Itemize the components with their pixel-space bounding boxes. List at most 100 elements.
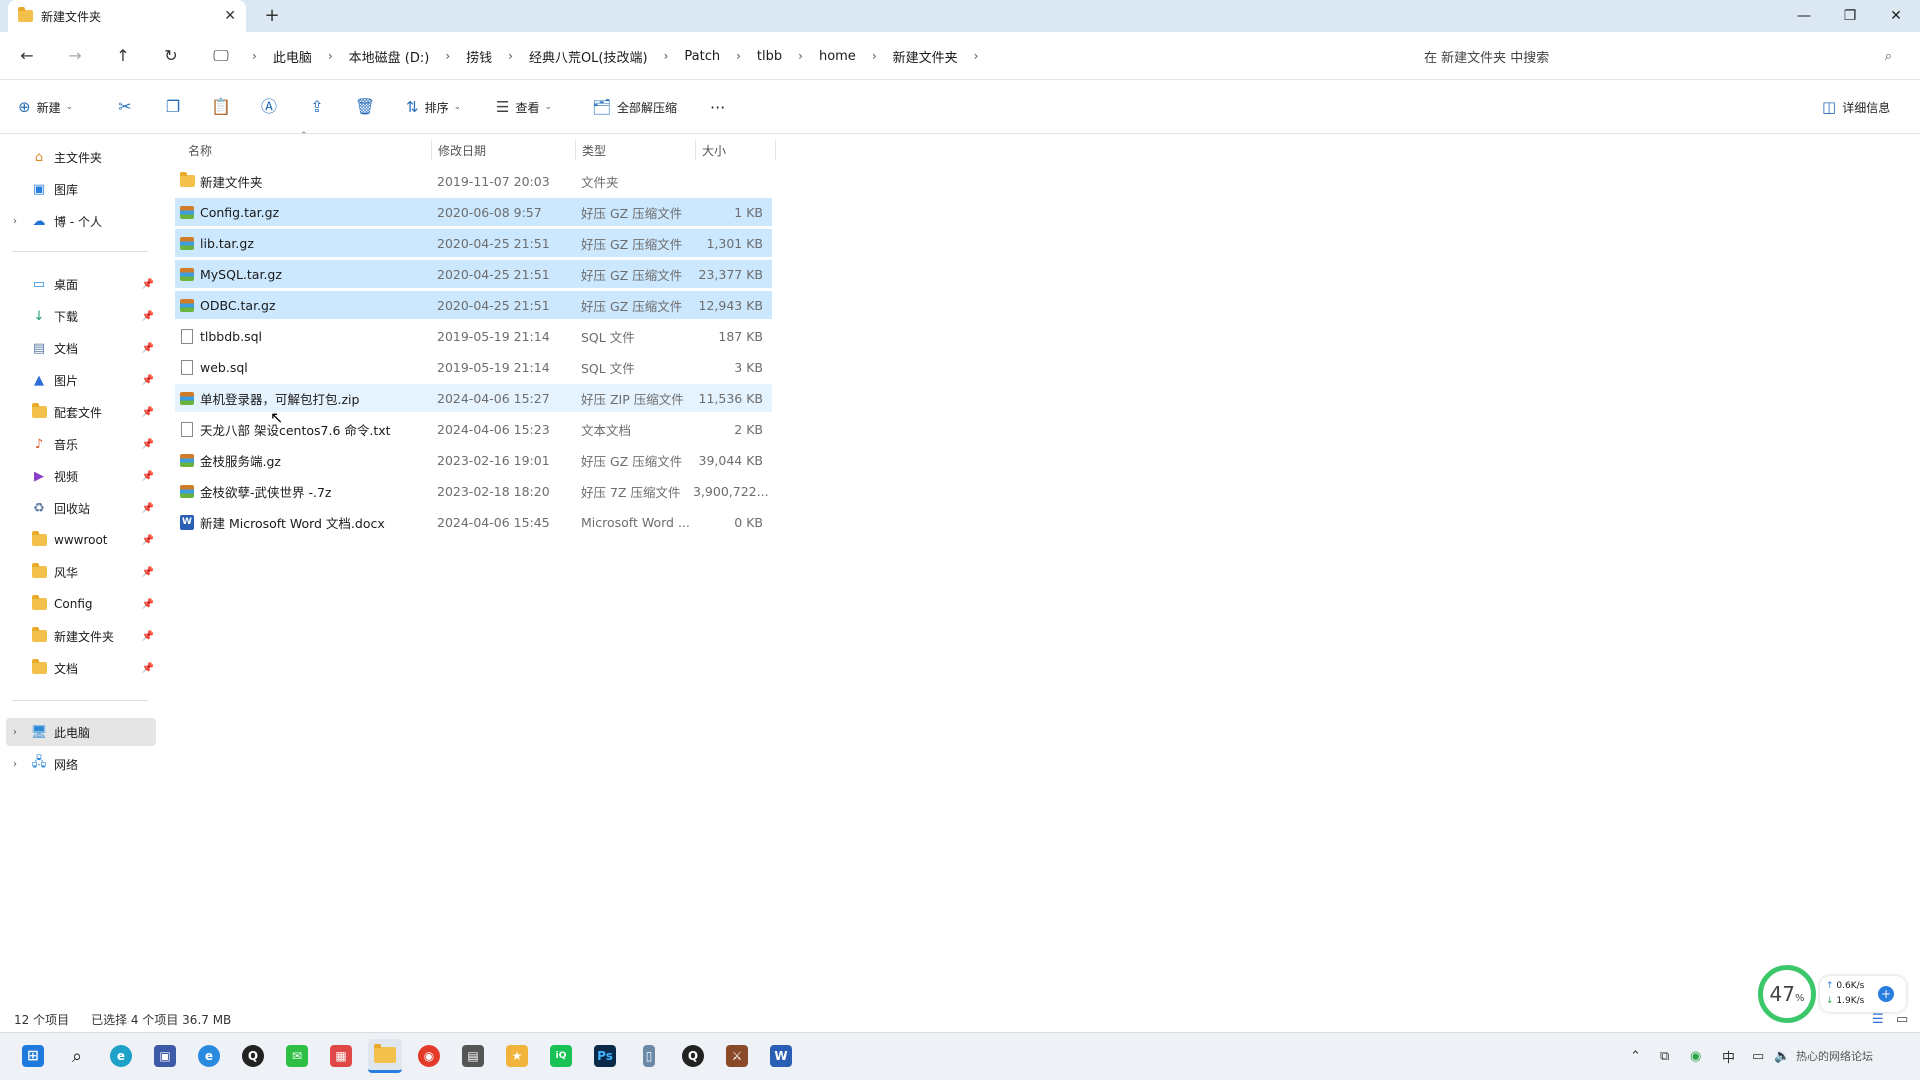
share-icon[interactable]: ⇪ [302, 94, 332, 120]
table-row[interactable]: web.sql 2019-05-19 21:14 SQL 文件 3 KB [175, 353, 772, 381]
word-icon[interactable]: W [764, 1039, 798, 1073]
chevron-right-icon[interactable]: › [437, 49, 458, 63]
sidebar-item-music[interactable]: ♪ 音乐 📌 [6, 430, 156, 458]
sidebar-item-gallery[interactable]: ▣ 图库 [6, 175, 156, 203]
sidebar-item-documents[interactable]: ▤ 文档 📌 [6, 334, 156, 362]
breadcrumb-item[interactable]: 捞钱 [458, 47, 500, 66]
new-button[interactable]: ⊕ 新建 ⌄ [18, 94, 73, 120]
maximize-button[interactable]: ❐ [1827, 0, 1873, 32]
tiles-view-icon[interactable]: ▭ [1896, 1012, 1908, 1027]
table-row[interactable]: W 新建 Microsoft Word 文档.docx 2024-04-06 15… [175, 508, 772, 536]
sidebar-item-desktop[interactable]: ▭ 桌面 📌 [6, 270, 156, 298]
network-status-icon[interactable]: ▭ [1752, 1044, 1764, 1068]
breadcrumb-item[interactable]: tlbb [749, 49, 790, 64]
up-button[interactable]: ↑ [108, 44, 138, 68]
breadcrumb-item[interactable]: 本地磁盘 (D:) [341, 47, 438, 66]
sidebar-item-folder[interactable]: 文档 📌 [6, 654, 156, 682]
column-header-type[interactable]: 类型 [576, 140, 696, 160]
search-icon[interactable]: ⌕ [1885, 49, 1900, 64]
search-input[interactable]: 在 新建文件夹 中搜索 [1418, 47, 1885, 66]
table-row[interactable]: lib.tar.gz 2020-04-25 21:51 好压 GZ 压缩文件 1… [175, 229, 772, 257]
table-row[interactable]: 金枝服务端.gz 2023-02-16 19:01 好压 GZ 压缩文件 39,… [175, 446, 772, 474]
breadcrumb-item[interactable]: home [811, 49, 864, 64]
ie-icon[interactable]: e [192, 1039, 226, 1073]
iqiyi-icon[interactable]: iQ [544, 1039, 578, 1073]
volume-icon[interactable]: 🔈 [1774, 1044, 1790, 1068]
refresh-button[interactable]: ↻ [156, 44, 186, 68]
chevron-right-icon[interactable]: › [966, 49, 987, 63]
qq-icon[interactable]: Q [676, 1039, 710, 1073]
sidebar-item-recycle-bin[interactable]: ♻ 回收站 📌 [6, 494, 156, 522]
phone-icon[interactable]: ▯ [632, 1039, 666, 1073]
column-header-name[interactable]: 名称 [182, 140, 432, 160]
sidebar-item-onedrive[interactable]: › ☁ 博 - 个人 [6, 207, 156, 235]
search-box[interactable]: 在 新建文件夹 中搜索 ⌕ [1418, 44, 1900, 68]
chevron-right-icon[interactable]: › [320, 49, 341, 63]
app-icon[interactable]: ★ [500, 1039, 534, 1073]
column-header-date[interactable]: 修改日期 [432, 140, 576, 160]
table-row[interactable]: 新建文件夹 2019-11-07 20:03 文件夹 [175, 167, 772, 195]
chevron-right-icon[interactable]: › [6, 216, 24, 227]
tray-app-icon[interactable]: ⧉ [1660, 1044, 1669, 1068]
table-row[interactable]: 金枝欲孽-武侠世界 -.7z 2023-02-18 18:20 好压 7Z 压缩… [175, 477, 772, 505]
ime-indicator[interactable]: 中 [1722, 1044, 1735, 1068]
table-row[interactable]: ODBC.tar.gz 2020-04-25 21:51 好压 GZ 压缩文件 … [175, 291, 772, 319]
file-explorer-icon[interactable] [368, 1039, 402, 1073]
edge-icon[interactable]: e [104, 1039, 138, 1073]
delete-icon[interactable]: 🗑 [350, 94, 380, 120]
sidebar-item-folder[interactable]: 新建文件夹 📌 [6, 622, 156, 650]
sidebar-item-folder[interactable]: wwwroot 📌 [6, 526, 156, 554]
breadcrumb-item[interactable]: Patch [676, 49, 728, 64]
sidebar-item-videos[interactable]: ▶ 视频 📌 [6, 462, 156, 490]
sort-button[interactable]: ⇅ 排序 ⌄ [406, 94, 461, 120]
tab-close-icon[interactable]: ✕ [224, 8, 236, 24]
breadcrumb-item[interactable]: 此电脑 [265, 47, 320, 66]
details-button[interactable]: ◫ 详细信息 [1822, 94, 1890, 120]
sidebar-item-folder[interactable]: Config 📌 [6, 590, 156, 618]
boost-plus-icon[interactable]: + [1878, 986, 1894, 1002]
app-icon[interactable]: ▦ [324, 1039, 358, 1073]
sidebar-item-downloads[interactable]: ↓ 下载 📌 [6, 302, 156, 330]
extract-all-button[interactable]: 🗂 全部解压缩 [592, 94, 677, 120]
sidebar-item-home[interactable]: ⌂ 主文件夹 [6, 143, 156, 171]
memory-gauge[interactable]: 47% [1758, 965, 1816, 1023]
minimize-button[interactable]: — [1781, 0, 1827, 32]
paste-icon[interactable]: 📋 [206, 94, 236, 120]
forward-button[interactable]: → [60, 44, 90, 68]
breadcrumb-item[interactable]: 经典八荒OL(技改端) [521, 47, 656, 66]
close-button[interactable]: ✕ [1873, 0, 1919, 32]
app-icon[interactable]: ▤ [456, 1039, 490, 1073]
tray-overflow-icon[interactable]: ⌃ [1630, 1044, 1641, 1068]
computer-icon[interactable]: 🖵 [206, 44, 236, 68]
chevron-right-icon[interactable]: › [244, 49, 265, 63]
copy-icon[interactable]: ❐ [158, 94, 188, 120]
qq-icon[interactable]: Q [236, 1039, 270, 1073]
chevron-right-icon[interactable]: › [6, 759, 24, 770]
more-button[interactable]: ··· [710, 94, 725, 120]
table-row[interactable]: 天龙八部 架设centos7.6 命令.txt 2024-04-06 15:23… [175, 415, 772, 443]
wechat-icon[interactable]: ✉ [280, 1039, 314, 1073]
column-header-size[interactable]: 大小 [696, 140, 776, 160]
table-row[interactable]: MySQL.tar.gz 2020-04-25 21:51 好压 GZ 压缩文件… [175, 260, 772, 288]
chevron-right-icon[interactable]: › [790, 49, 811, 63]
chevron-right-icon[interactable]: › [6, 727, 24, 738]
table-row[interactable]: 单机登录器，可解包打包.zip 2024-04-06 15:27 好压 ZIP … [175, 384, 772, 412]
start-icon[interactable]: ⊞ [16, 1039, 50, 1073]
sidebar-item-folder[interactable]: 风华 📌 [6, 558, 156, 586]
view-button[interactable]: ☰ 查看 ⌄ [496, 94, 552, 120]
chevron-right-icon[interactable]: › [656, 49, 677, 63]
back-button[interactable]: ← [12, 44, 42, 68]
rename-icon[interactable]: Ⓐ [254, 94, 284, 120]
photoshop-icon[interactable]: Ps [588, 1039, 622, 1073]
chevron-right-icon[interactable]: › [500, 49, 521, 63]
sidebar-item-pictures[interactable]: ▲ 图片 📌 [6, 366, 156, 394]
new-tab-button[interactable]: + [258, 4, 286, 28]
details-view-icon[interactable]: ☰ [1872, 1012, 1884, 1027]
table-row[interactable]: Config.tar.gz 2020-06-08 9:57 好压 GZ 压缩文件… [175, 198, 772, 226]
table-row[interactable]: tlbbdb.sql 2019-05-19 21:14 SQL 文件 187 K… [175, 322, 772, 350]
sidebar-item-folder[interactable]: 配套文件 📌 [6, 398, 156, 426]
breadcrumb-item[interactable]: 新建文件夹 [885, 47, 966, 66]
tray-security-icon[interactable]: ◉ [1690, 1044, 1701, 1068]
chevron-right-icon[interactable]: › [864, 49, 885, 63]
cut-icon[interactable]: ✂ [110, 94, 140, 120]
